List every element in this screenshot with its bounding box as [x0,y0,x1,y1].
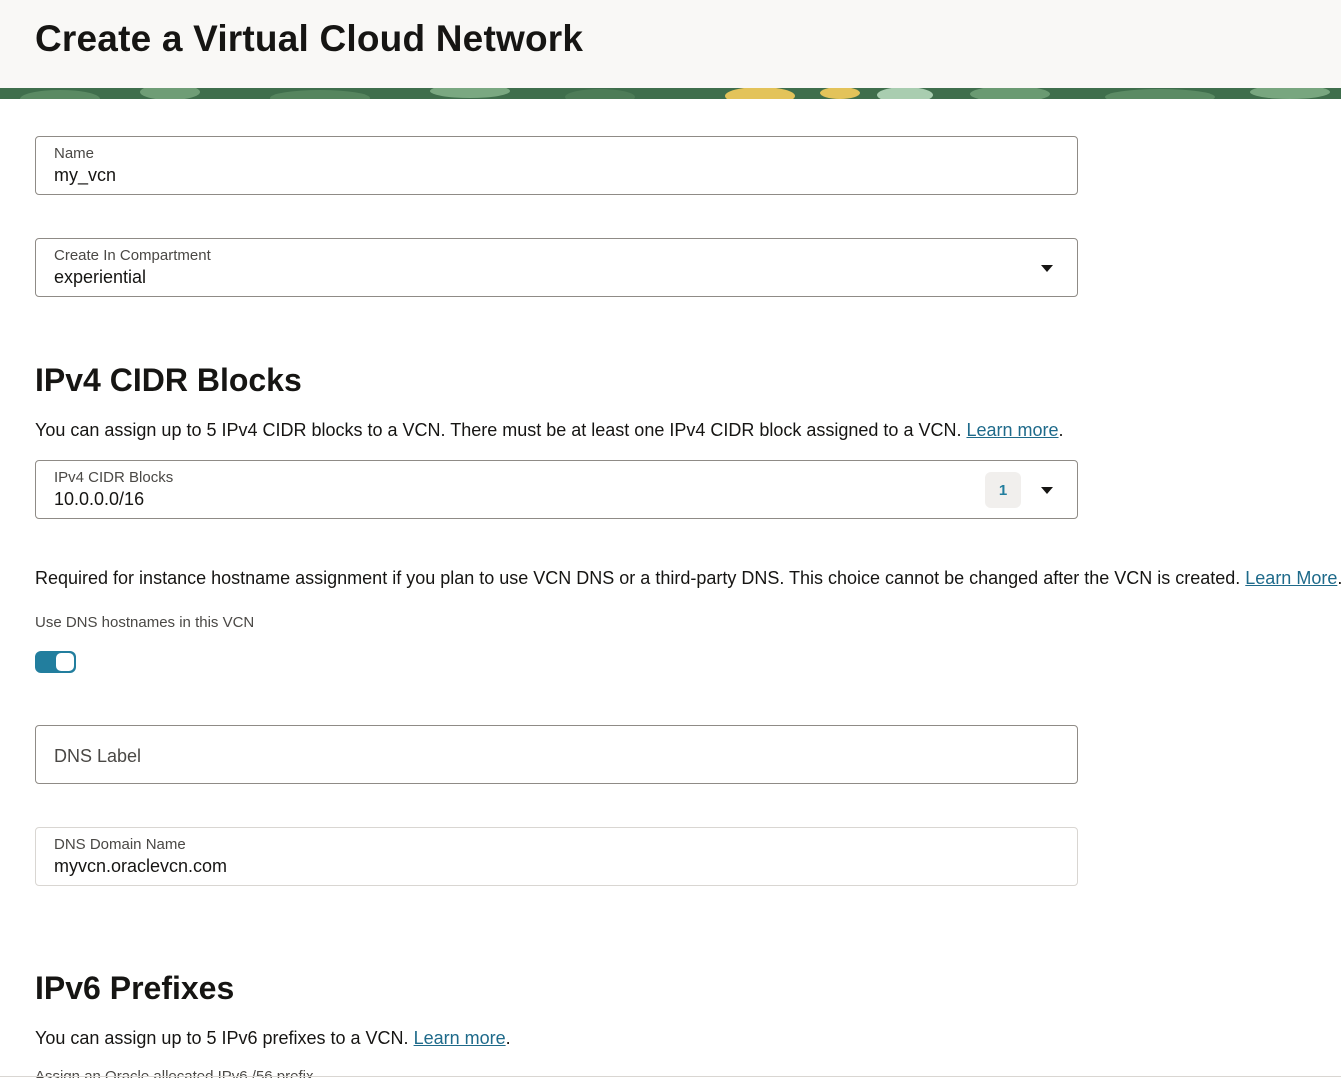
compartment-value: experiential [54,267,147,287]
dns-domain-field: DNS Domain Name myvcn.oraclevcn.com [35,827,1078,886]
ipv6-description-end: . [505,1028,511,1048]
ipv4-description-text: You can assign up to 5 IPv4 CIDR blocks … [35,420,967,440]
dns-domain-label: DNS Domain Name [54,836,186,853]
dns-domain-value: myvcn.oraclevcn.com [54,856,228,876]
name-field[interactable]: Name my_vcn [35,136,1078,195]
decorative-banner [0,88,1341,99]
dns-hostnames-toggle[interactable] [35,651,76,673]
dns-description: Required for instance hostname assignmen… [35,568,1341,589]
ipv4-cidr-label: IPv4 CIDR Blocks [54,469,174,486]
ipv6-description: You can assign up to 5 IPv6 prefixes to … [35,1028,511,1049]
dns-label-placeholder: DNS Label [54,746,142,766]
divider [0,1076,1341,1077]
ipv4-cidr-value: 10.0.0.0/16 [54,489,145,509]
cidr-count-badge: 1 [985,472,1021,508]
banner-pattern-icon [0,88,1341,99]
ipv6-heading: IPv6 Prefixes [35,970,235,1006]
dns-hostnames-label: Use DNS hostnames in this VCN [35,614,255,631]
ipv4-cidr-select[interactable]: IPv4 CIDR Blocks 10.0.0.0/16 1 [35,460,1078,519]
page-title: Create a Virtual Cloud Network [35,18,584,59]
ipv6-description-text: You can assign up to 5 IPv6 prefixes to … [35,1028,414,1048]
page-header: Create a Virtual Cloud Network [0,0,1341,88]
create-vcn-page: Create a Virtual Cloud Network Name my_v… [0,0,1341,1078]
dns-description-end: . [1337,568,1341,588]
ipv4-learn-more-link[interactable]: Learn more [966,420,1058,440]
ipv4-description: You can assign up to 5 IPv4 CIDR blocks … [35,420,1064,441]
dns-description-text: Required for instance hostname assignmen… [35,568,1246,588]
dns-learn-more-link[interactable]: Learn More [1245,568,1337,588]
ipv6-learn-more-link[interactable]: Learn more [414,1028,506,1048]
ipv4-description-end: . [1058,420,1064,440]
chevron-down-icon[interactable] [1041,485,1053,495]
name-value[interactable]: my_vcn [54,165,116,186]
compartment-label: Create In Compartment [54,247,211,264]
toggle-knob [56,653,74,671]
name-label: Name [54,145,95,162]
compartment-select[interactable]: Create In Compartment experiential [35,238,1078,297]
ipv4-heading: IPv4 CIDR Blocks [35,362,302,398]
dns-label-field[interactable]: DNS Label [35,725,1078,784]
chevron-down-icon[interactable] [1041,263,1053,273]
